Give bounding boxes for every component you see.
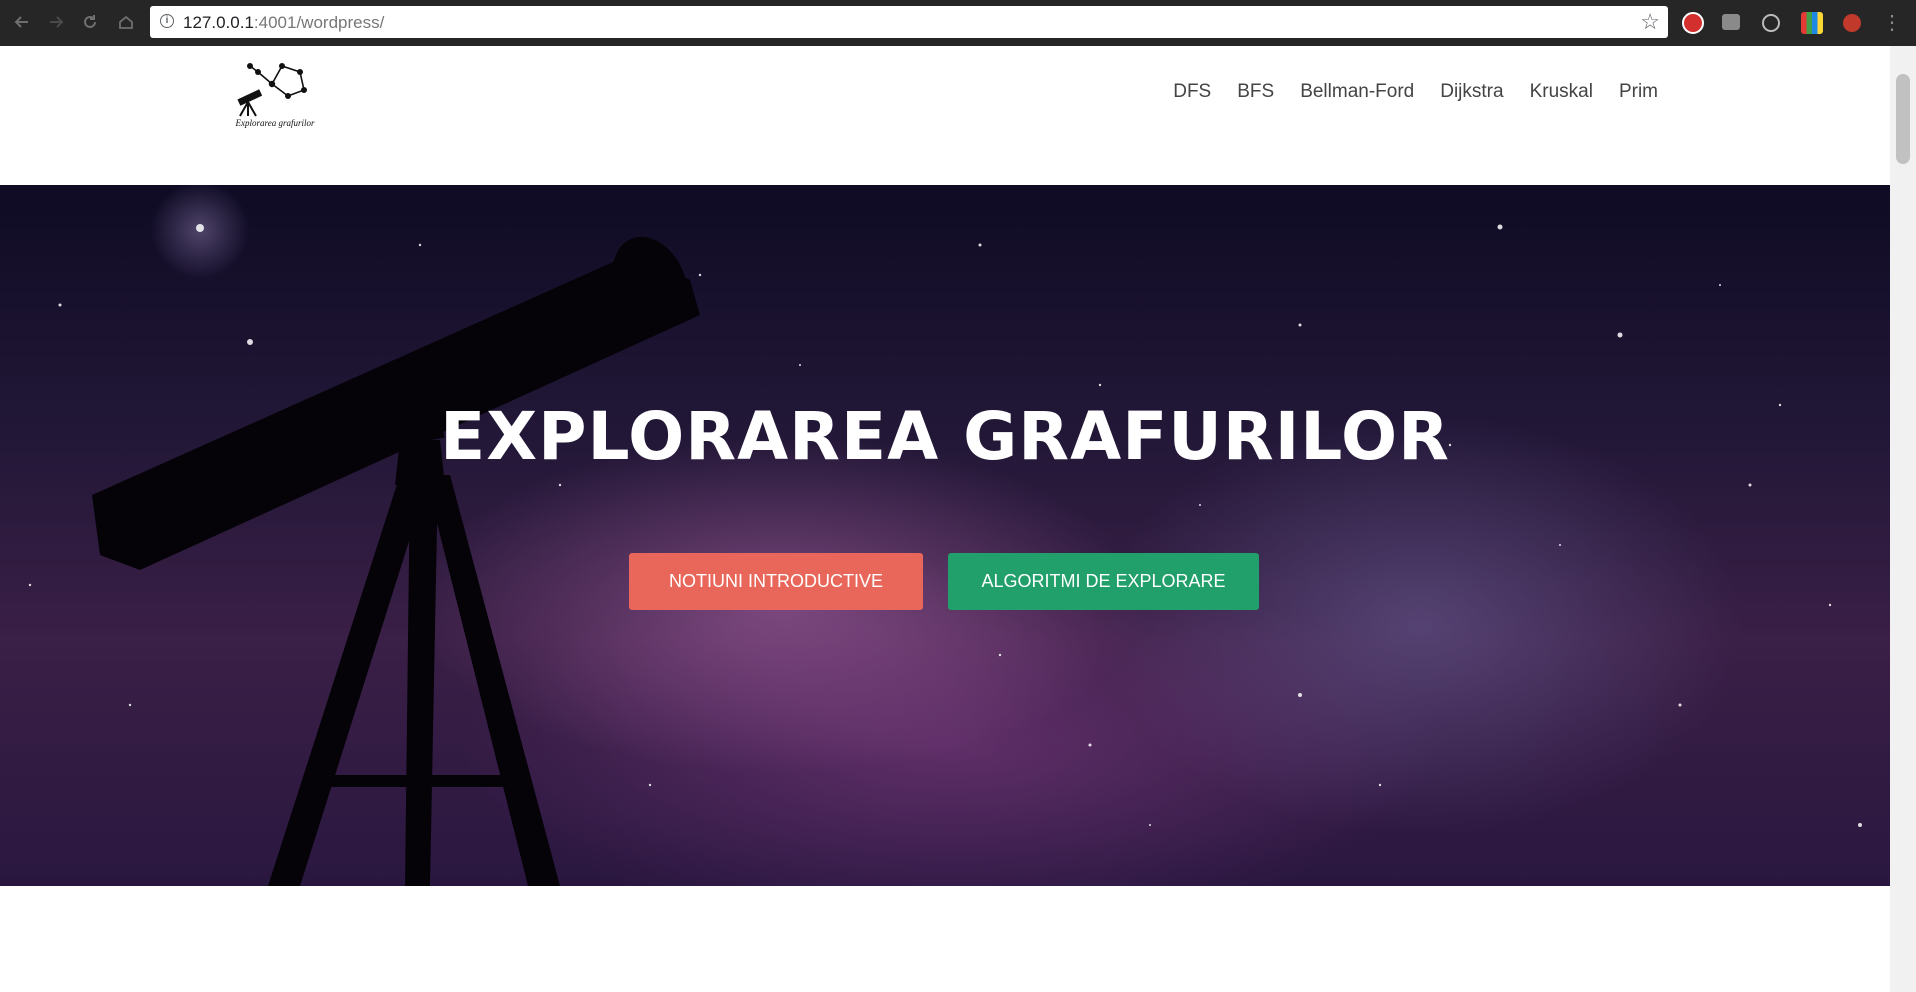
page-content-area: [0, 886, 1890, 992]
extension-red-icon[interactable]: [1843, 14, 1861, 32]
page-scrollbar[interactable]: [1890, 46, 1916, 992]
forward-arrow-icon[interactable]: [42, 8, 70, 36]
extension-adblock-icon[interactable]: [1682, 12, 1704, 34]
bookmark-star-icon[interactable]: ☆: [1640, 10, 1660, 34]
main-navigation: DFS BFS Bellman-Ford Dijkstra Kruskal Pr…: [1173, 81, 1658, 103]
hero-background-image: [28, 224, 1862, 886]
site-logo[interactable]: Explorarea grafurilor: [230, 58, 320, 132]
reload-icon[interactable]: [76, 8, 104, 36]
extension-podcast-icon[interactable]: [1762, 14, 1780, 32]
nav-link-kruskal[interactable]: Kruskal: [1530, 81, 1593, 103]
nav-link-prim[interactable]: Prim: [1619, 81, 1658, 103]
telescope-constellation-icon: [237, 63, 307, 117]
info-icon[interactable]: i: [160, 14, 174, 28]
nav-link-bellman-ford[interactable]: Bellman-Ford: [1300, 81, 1414, 103]
nav-link-dijkstra[interactable]: Dijkstra: [1440, 81, 1503, 103]
notiuni-introductive-button[interactable]: NOTIUNI INTRODUCTIVE: [629, 553, 923, 610]
address-bar[interactable]: i 127.0.0.1:4001/wordpress/ ☆: [150, 6, 1668, 38]
browser-toolbar: i 127.0.0.1:4001/wordpress/ ☆ ⋮: [0, 0, 1916, 46]
home-icon[interactable]: [112, 8, 140, 36]
telescope-silhouette: [92, 236, 700, 886]
stars-layer: [28, 224, 1862, 827]
back-arrow-icon[interactable]: [8, 8, 36, 36]
scrollbar-thumb[interactable]: [1896, 74, 1910, 164]
browser-menu-icon[interactable]: ⋮: [1878, 8, 1906, 36]
hero-title: EXPLORAREA GRAFURILOR: [440, 398, 1450, 475]
logo-caption: Explorarea grafurilor: [235, 118, 315, 128]
hero-banner: EXPLORAREA GRAFURILOR NOTIUNI INTRODUCTI…: [0, 185, 1890, 886]
algoritmi-de-explorare-button[interactable]: ALGORITMI DE EXPLORARE: [948, 553, 1259, 610]
url-text[interactable]: 127.0.0.1:4001/wordpress/: [183, 13, 384, 33]
site-header: Explorarea grafurilor DFS BFS Bellman-Fo…: [0, 46, 1890, 185]
nav-link-dfs[interactable]: DFS: [1173, 81, 1211, 103]
extension-s-icon[interactable]: [1801, 12, 1823, 34]
extension-chat-icon[interactable]: [1722, 14, 1740, 30]
nav-link-bfs[interactable]: BFS: [1237, 81, 1274, 103]
